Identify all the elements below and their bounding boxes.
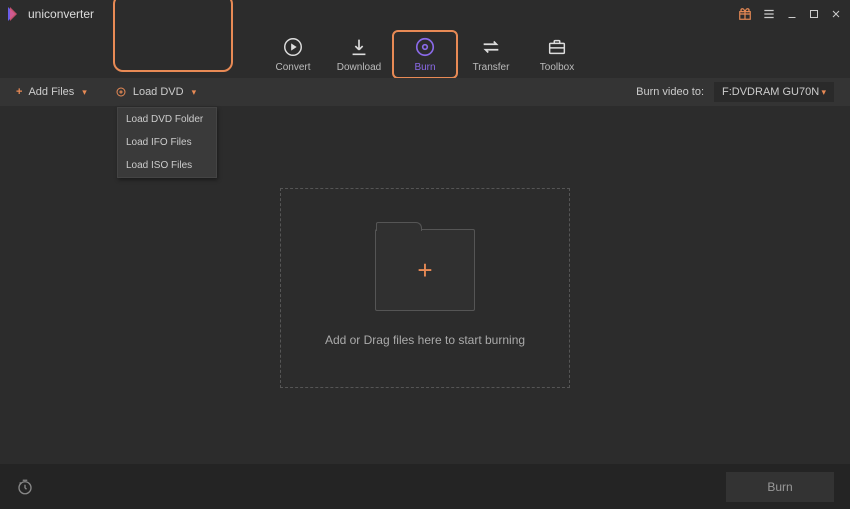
toolbar: + Add Files ▾ Load DVD ▾ Burn video to: … — [0, 78, 850, 106]
transfer-icon — [480, 36, 502, 58]
add-files-label: Add Files — [28, 86, 74, 98]
close-icon[interactable] — [830, 8, 842, 20]
burn-to-label: Burn video to: — [636, 86, 704, 98]
app-logo: uniconverter — [8, 7, 94, 21]
bottom-bar: Burn — [0, 464, 850, 509]
tab-label: Convert — [275, 62, 310, 73]
add-files-button[interactable]: + Add Files ▾ — [16, 86, 87, 98]
load-dvd-label: Load DVD — [133, 86, 184, 98]
load-dvd-folder-item[interactable]: Load DVD Folder — [118, 108, 216, 131]
toolbox-icon — [546, 36, 568, 58]
load-dvd-menu: Load DVD Folder Load IFO Files Load ISO … — [117, 107, 217, 178]
tab-label: Burn — [414, 62, 435, 73]
timer-icon[interactable] — [16, 478, 34, 496]
minimize-icon[interactable] — [786, 8, 798, 20]
tab-burn[interactable]: Burn — [392, 30, 458, 79]
tab-toolbox[interactable]: Toolbox — [524, 30, 590, 79]
tab-convert[interactable]: Convert — [260, 30, 326, 79]
logo-icon — [8, 7, 22, 21]
burn-target-value: F:DVDRAM GU70N — [722, 86, 819, 98]
maximize-icon[interactable] — [808, 8, 820, 20]
burn-button[interactable]: Burn — [726, 472, 834, 502]
chevron-down-icon: ▾ — [821, 87, 826, 98]
tab-download[interactable]: Download — [326, 30, 392, 79]
plus-icon: + — [16, 86, 22, 98]
dropzone[interactable]: + Add or Drag files here to start burnin… — [280, 188, 570, 388]
titlebar: uniconverter — [0, 0, 850, 28]
download-icon — [348, 36, 370, 58]
load-dvd-button[interactable]: Load DVD ▾ — [115, 86, 196, 98]
tab-transfer[interactable]: Transfer — [458, 30, 524, 79]
burn-target-group: Burn video to: F:DVDRAM GU70N ▾ — [636, 82, 834, 102]
top-nav: Convert Download Burn Transfer Toolbox — [0, 30, 850, 78]
dropzone-text: Add or Drag files here to start burning — [325, 333, 525, 347]
tab-label: Download — [337, 62, 381, 73]
load-ifo-files-item[interactable]: Load IFO Files — [118, 131, 216, 154]
play-circle-icon — [282, 36, 304, 58]
chevron-down-icon: ▾ — [192, 87, 197, 98]
chevron-down-icon: ▾ — [82, 87, 87, 98]
gift-icon[interactable] — [738, 7, 752, 21]
window-controls — [738, 7, 842, 21]
menu-icon[interactable] — [762, 7, 776, 21]
load-iso-files-item[interactable]: Load ISO Files — [118, 154, 216, 177]
burn-target-select[interactable]: F:DVDRAM GU70N ▾ — [714, 82, 834, 102]
disc-icon — [414, 36, 436, 58]
app-title: uniconverter — [28, 7, 94, 21]
tab-label: Toolbox — [540, 62, 574, 73]
tab-label: Transfer — [473, 62, 510, 73]
folder-icon: + — [375, 229, 475, 311]
plus-icon: + — [417, 255, 432, 286]
disc-small-icon — [115, 86, 127, 98]
